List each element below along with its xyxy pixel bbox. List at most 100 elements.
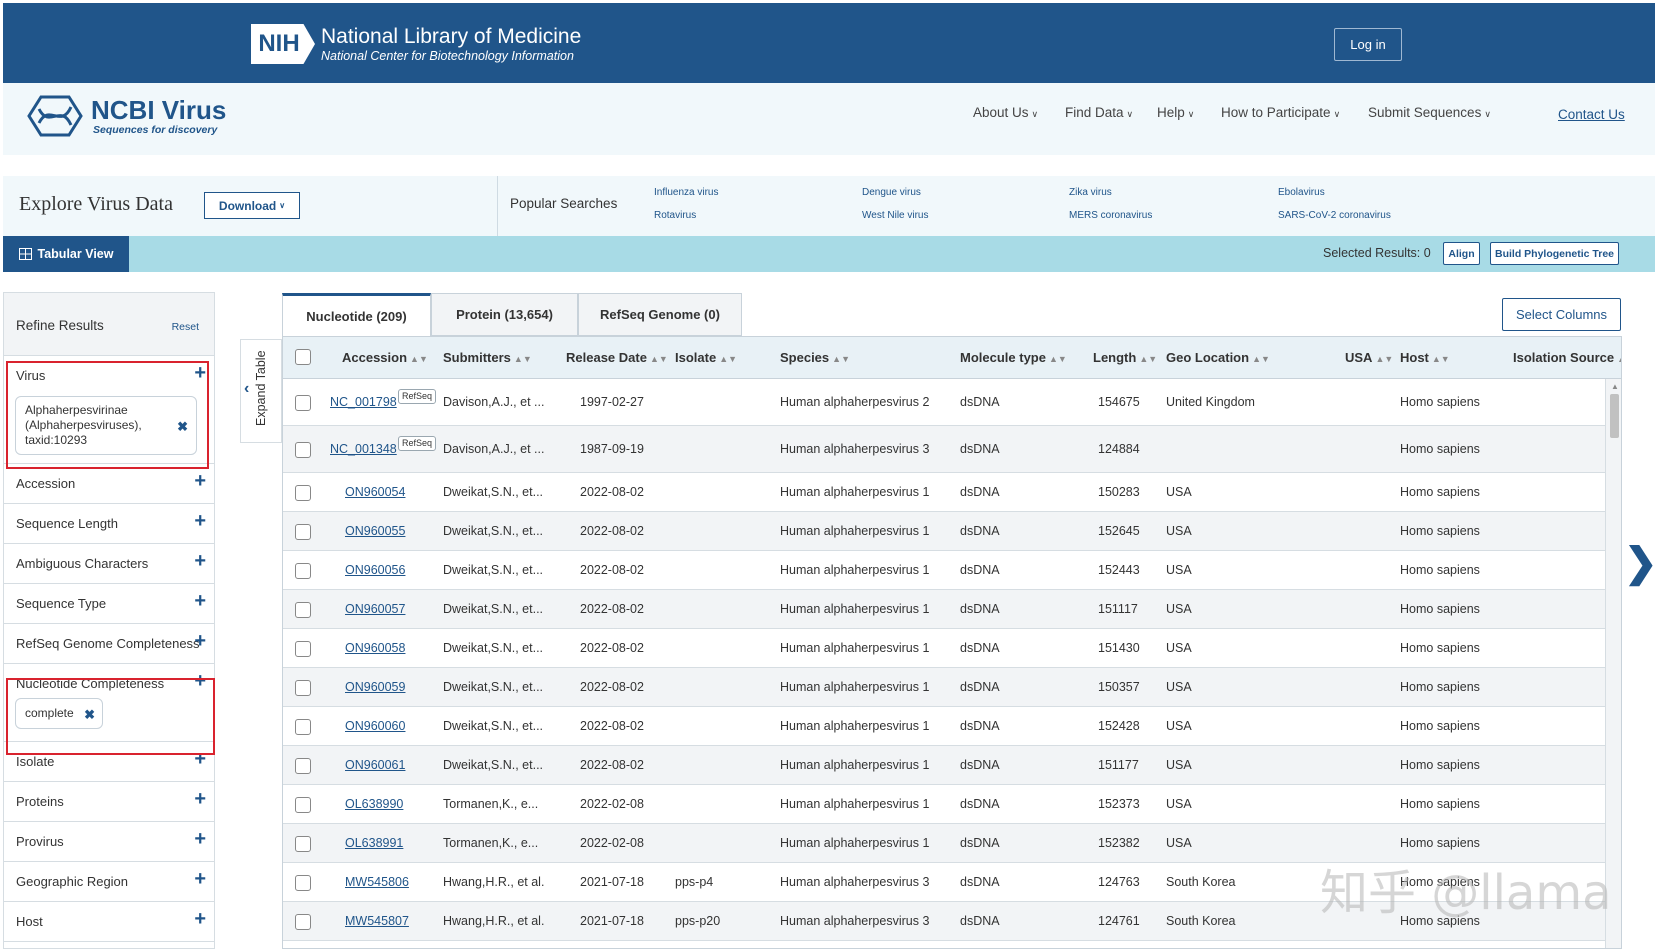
accession-link[interactable]: OL638991 <box>345 836 403 850</box>
popular-link-west-nile[interactable]: West Nile virus <box>862 210 929 221</box>
col-release-date[interactable]: Release Date ▲▼ <box>566 350 668 365</box>
col-length[interactable]: Length ▲▼ <box>1093 350 1157 365</box>
popular-link-influenza[interactable]: Influenza virus <box>654 187 718 198</box>
row-checkbox[interactable] <box>295 442 311 458</box>
ncbi-virus-logo[interactable]: NCBI Virus Sequences for discovery <box>27 95 226 137</box>
row-checkbox[interactable] <box>295 524 311 540</box>
tab-nucleotide[interactable]: Nucleotide (209) <box>282 293 431 337</box>
scroll-thumb[interactable] <box>1610 394 1619 438</box>
row-checkbox[interactable] <box>295 680 311 696</box>
col-isolate[interactable]: Isolate ▲▼ <box>675 350 737 365</box>
row-checkbox[interactable] <box>295 719 311 735</box>
popular-link-mers[interactable]: MERS coronavirus <box>1069 210 1152 221</box>
col-usa[interactable]: USA ▲▼ <box>1345 350 1393 365</box>
remove-x-icon[interactable]: ✖ <box>177 419 188 434</box>
plus-icon[interactable]: + <box>194 909 206 929</box>
plus-icon[interactable]: + <box>194 363 206 383</box>
accession-link[interactable]: ON960056 <box>345 563 405 577</box>
contact-us-link[interactable]: Contact Us <box>1558 107 1625 122</box>
nlm-logo[interactable]: NIH National Library of Medicine Nationa… <box>251 24 581 64</box>
nav-about-us[interactable]: About Us ∨ <box>973 105 1038 120</box>
plus-icon[interactable]: + <box>194 511 206 531</box>
accession-link[interactable]: ON960055 <box>345 524 405 538</box>
accession-link[interactable]: MW545806 <box>345 875 409 889</box>
col-molecule-type[interactable]: Molecule type ▲▼ <box>960 350 1067 365</box>
row-checkbox[interactable] <box>295 641 311 657</box>
accession-link[interactable]: ON960061 <box>345 758 405 772</box>
accession-link[interactable]: ON960060 <box>345 719 405 733</box>
accession-link[interactable]: ON960057 <box>345 602 405 616</box>
table-row[interactable]: ON960061 Dweikat,S.N., et... 2022-08-02 Hum… <box>283 746 1605 785</box>
plus-icon[interactable]: + <box>194 869 206 889</box>
col-host[interactable]: Host ▲▼ <box>1400 350 1450 365</box>
chevron-right-icon[interactable]: ❯ <box>1624 540 1655 586</box>
table-row[interactable]: ON960054 Dweikat,S.N., et... 2022-08-02 Hum… <box>283 473 1605 512</box>
nav-find-data[interactable]: Find Data ∨ <box>1065 105 1133 120</box>
nav-submit-sequences[interactable]: Submit Sequences ∨ <box>1368 105 1491 120</box>
col-isolation-source[interactable]: Isolation Source▲▼ <box>1513 350 1621 365</box>
accession-link[interactable]: ON960059 <box>345 680 405 694</box>
facet-isolate[interactable]: Isolate + <box>4 742 214 782</box>
row-checkbox[interactable] <box>295 797 311 813</box>
facet-geographic-region[interactable]: Geographic Region + <box>4 862 214 902</box>
facet-sequence-type[interactable]: Sequence Type + <box>4 584 214 624</box>
facet-ambiguous-characters[interactable]: Ambiguous Characters + <box>4 544 214 584</box>
facet-proteins[interactable]: Proteins + <box>4 782 214 822</box>
plus-icon[interactable]: + <box>194 829 206 849</box>
plus-icon[interactable]: + <box>194 551 206 571</box>
plus-icon[interactable]: + <box>194 749 206 769</box>
popular-link-dengue[interactable]: Dengue virus <box>862 187 921 198</box>
table-row[interactable]: ON960060 Dweikat,S.N., et... 2022-08-02 Hum… <box>283 707 1605 746</box>
accession-link[interactable]: NC_001798 <box>330 395 397 409</box>
row-checkbox[interactable] <box>295 395 311 411</box>
tab-refseq-genome[interactable]: RefSeq Genome (0) <box>578 293 742 336</box>
facet-provirus[interactable]: Provirus + <box>4 822 214 862</box>
table-row[interactable]: ON960056 Dweikat,S.N., et... 2022-08-02 Hum… <box>283 551 1605 590</box>
select-all-checkbox[interactable] <box>295 349 311 365</box>
build-tree-button[interactable]: Build Phylogenetic Tree <box>1490 242 1619 265</box>
table-row[interactable]: ON960059 Dweikat,S.N., et... 2022-08-02 Hum… <box>283 668 1605 707</box>
facet-refseq-genome-completeness[interactable]: RefSeq Genome Completeness + <box>4 624 214 664</box>
row-checkbox[interactable] <box>295 485 311 501</box>
expand-table-toggle[interactable]: ‹ Expand Table <box>240 339 282 443</box>
accession-link[interactable]: NC_001348 <box>330 442 397 456</box>
facet-sequence-length[interactable]: Sequence Length + <box>4 504 214 544</box>
row-checkbox[interactable] <box>295 914 311 930</box>
tabular-view-button[interactable]: Tabular View <box>3 236 129 272</box>
nav-how-to-participate[interactable]: How to Participate ∨ <box>1221 105 1340 120</box>
table-row[interactable]: ON960055 Dweikat,S.N., et... 2022-08-02 Hum… <box>283 512 1605 551</box>
col-submitters[interactable]: Submitters ▲▼ <box>443 350 532 365</box>
remove-x-icon[interactable]: ✖ <box>84 707 95 723</box>
col-accession[interactable]: Accession ▲▼ <box>342 350 428 365</box>
popular-link-sars-cov-2[interactable]: SARS-CoV-2 coronavirus <box>1278 210 1391 221</box>
popular-link-rotavirus[interactable]: Rotavirus <box>654 210 696 221</box>
facet-accession[interactable]: Accession + <box>4 464 214 504</box>
plus-icon[interactable]: + <box>194 471 206 491</box>
row-checkbox[interactable] <box>295 758 311 774</box>
table-row[interactable]: NC_001798 RefSeq Davison,A.J., et ... 1997-… <box>283 379 1605 426</box>
table-row[interactable]: ON960058 Dweikat,S.N., et... 2022-08-02 Hum… <box>283 629 1605 668</box>
row-checkbox[interactable] <box>295 563 311 579</box>
table-row[interactable]: OL638990 Tormanen,K., e... 2022-02-08 Human… <box>283 785 1605 824</box>
align-button[interactable]: Align <box>1443 242 1480 265</box>
row-checkbox[interactable] <box>295 836 311 852</box>
accession-link[interactable]: MW545807 <box>345 914 409 928</box>
col-geo-location[interactable]: Geo Location ▲▼ <box>1166 350 1270 365</box>
plus-icon[interactable]: + <box>194 671 206 691</box>
row-checkbox[interactable] <box>295 602 311 618</box>
plus-icon[interactable]: + <box>194 591 206 611</box>
select-columns-button[interactable]: Select Columns <box>1502 298 1621 331</box>
popular-link-ebola[interactable]: Ebolavirus <box>1278 187 1325 198</box>
accession-link[interactable]: ON960058 <box>345 641 405 655</box>
popular-link-zika[interactable]: Zika virus <box>1069 187 1112 198</box>
row-checkbox[interactable] <box>295 875 311 891</box>
login-button[interactable]: Log in <box>1334 28 1402 61</box>
accession-link[interactable]: OL638990 <box>345 797 403 811</box>
facet-host[interactable]: Host + <box>4 902 214 942</box>
accession-link[interactable]: ON960054 <box>345 485 405 499</box>
download-button[interactable]: Download ∨ <box>204 192 300 219</box>
reset-link[interactable]: Reset <box>172 321 199 333</box>
table-row[interactable]: ON960057 Dweikat,S.N., et... 2022-08-02 Hum… <box>283 590 1605 629</box>
nav-help[interactable]: Help ∨ <box>1157 105 1194 120</box>
col-species[interactable]: Species ▲▼ <box>780 350 850 365</box>
